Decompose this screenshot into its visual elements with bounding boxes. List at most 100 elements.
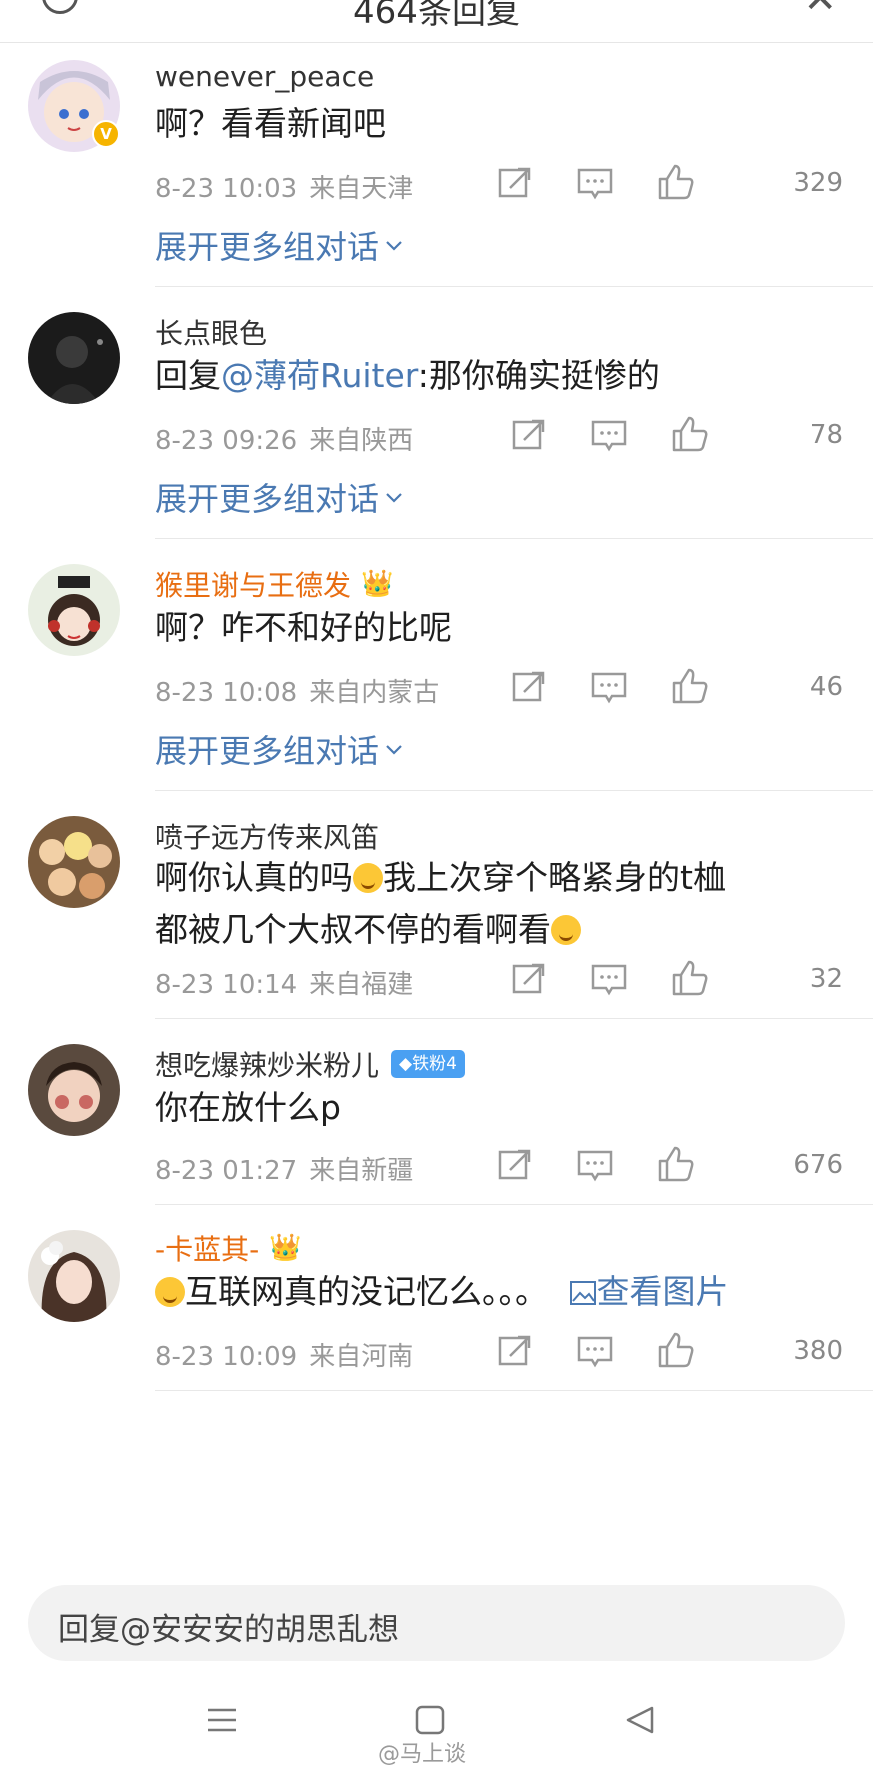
view-picture-link[interactable]: 查看图片	[569, 1272, 729, 1311]
username[interactable]: 猴里谢与王德发 👑	[155, 564, 393, 604]
comment-meta: 8-23 10:14 来自福建	[155, 964, 413, 1001]
reply-input[interactable]: 回复@安安安的胡思乱想	[28, 1585, 845, 1661]
comment-text: 你在放什么p	[155, 1088, 341, 1127]
username[interactable]: 想吃爆辣炒米粉儿 ◆铁粉4	[155, 1044, 465, 1084]
top-bar: 464条回复 ✕	[0, 0, 873, 43]
comment-location: 来自福建	[309, 970, 414, 1000]
comment-text: 回复@薄荷Ruiter:那你确实挺惨的	[155, 350, 835, 402]
comment-date: 8-23 10:08	[155, 678, 298, 708]
comment-icon[interactable]	[590, 416, 628, 454]
expand-label: 展开更多组对话	[155, 480, 380, 518]
username[interactable]: 喷子远方传来风笛	[155, 816, 379, 856]
comment-location: 来自天津	[309, 174, 414, 204]
chevron-down-icon	[386, 241, 402, 251]
comment-date: 8-23 10:09	[155, 1342, 298, 1372]
expand-conversation-link[interactable]: 展开更多组对话	[155, 474, 405, 520]
username-label: -卡蓝其-	[155, 1233, 260, 1266]
username[interactable]: 长点眼色	[155, 312, 267, 352]
expand-conversation-link[interactable]: 展开更多组对话	[155, 222, 405, 268]
username[interactable]: -卡蓝其- 👑	[155, 1228, 302, 1268]
comment-location: 来自内蒙古	[309, 678, 440, 708]
divider	[155, 538, 873, 539]
back-icon[interactable]	[622, 1702, 658, 1738]
like-icon[interactable]	[670, 414, 710, 454]
watermark: @马上谈	[378, 1742, 467, 1767]
comment-text: 啊？看看新闻吧	[155, 104, 386, 143]
blush-emoji-icon	[353, 863, 383, 893]
blush-emoji-icon	[551, 915, 581, 945]
avatar[interactable]	[28, 816, 120, 908]
comment-meta: 8-23 01:27 来自新疆	[155, 1150, 413, 1187]
comment-text-part: 啊你认真的吗	[155, 858, 353, 897]
avatar[interactable]	[28, 564, 120, 656]
like-icon[interactable]	[670, 958, 710, 998]
comment-date: 8-23 01:27	[155, 1156, 298, 1186]
crown-icon: 👑	[361, 569, 394, 599]
share-icon[interactable]	[496, 1332, 534, 1370]
username[interactable]: wenever_peace	[155, 60, 374, 93]
divider	[155, 1204, 873, 1205]
comment-icon[interactable]	[576, 1146, 614, 1184]
like-icon[interactable]	[656, 162, 696, 202]
comment-date: 8-23 10:14	[155, 970, 298, 1000]
reply-body: :那你确实挺惨的	[417, 356, 660, 395]
avatar[interactable]	[28, 312, 120, 404]
comment-icon[interactable]	[576, 1332, 614, 1370]
divider	[155, 790, 873, 791]
reply-placeholder: 回复@安安安的胡思乱想	[58, 1612, 399, 1648]
share-icon[interactable]	[510, 668, 548, 706]
crown-icon: 👑	[269, 1233, 302, 1263]
like-icon[interactable]	[656, 1330, 696, 1370]
comment-date: 8-23 09:26	[155, 426, 298, 456]
comment-meta: 8-23 10:03 来自天津	[155, 168, 413, 205]
username-label: 想吃爆辣炒米粉儿	[155, 1049, 380, 1082]
share-icon[interactable]	[510, 416, 548, 454]
divider	[155, 286, 873, 287]
like-count: 78	[809, 420, 843, 450]
comment-meta: 8-23 10:09 来自河南	[155, 1336, 413, 1373]
avatar[interactable]	[28, 1230, 120, 1322]
menu-icon[interactable]	[204, 1702, 240, 1738]
like-count: 32	[809, 964, 843, 994]
share-icon[interactable]	[496, 164, 534, 202]
share-icon[interactable]	[496, 1146, 534, 1184]
share-icon[interactable]	[510, 960, 548, 998]
system-nav-bar: @马上谈	[0, 1690, 873, 1770]
close-icon[interactable]: ✕	[803, 0, 837, 22]
like-count: 380	[793, 1336, 843, 1366]
verified-icon: V	[92, 120, 120, 148]
comment-text: 啊你认真的吗 我上次穿个略紧身的t桖都被几个大叔不停的看啊看	[155, 852, 755, 956]
like-count: 676	[793, 1150, 843, 1180]
smirk-emoji-icon	[155, 1277, 185, 1307]
comment-icon[interactable]	[590, 960, 628, 998]
username-label: 猴里谢与王德发	[155, 569, 352, 602]
like-icon[interactable]	[670, 666, 710, 706]
expand-label: 展开更多组对话	[155, 732, 380, 770]
fan-badge-label: 铁粉4	[412, 1054, 457, 1074]
home-icon[interactable]	[412, 1702, 448, 1738]
comment-date: 8-23 10:03	[155, 174, 298, 204]
comment-icon[interactable]	[576, 164, 614, 202]
reply-prefix: 回复	[155, 356, 221, 395]
divider	[155, 1018, 873, 1019]
comment-text: 啊？咋不和好的比呢	[155, 608, 452, 647]
comment-text-part: 互联网真的没记忆么。。。	[185, 1272, 548, 1311]
like-icon[interactable]	[656, 1144, 696, 1184]
image-icon	[569, 1281, 596, 1305]
comment-location: 来自陕西	[309, 426, 414, 456]
fan-badge: ◆铁粉4	[391, 1050, 465, 1078]
expand-label: 展开更多组对话	[155, 228, 380, 266]
mention-link[interactable]: @薄荷Ruiter	[221, 356, 418, 395]
comment-meta: 8-23 10:08 来自内蒙古	[155, 672, 439, 709]
like-count: 329	[793, 168, 843, 198]
comment-icon[interactable]	[590, 668, 628, 706]
chevron-down-icon	[386, 493, 402, 503]
like-count: 46	[809, 672, 843, 702]
diamond-icon: ◆	[399, 1054, 413, 1074]
divider	[155, 1390, 873, 1391]
expand-conversation-link[interactable]: 展开更多组对话	[155, 726, 405, 772]
comment-location: 来自新疆	[309, 1156, 414, 1186]
view-picture-label: 查看图片	[596, 1272, 729, 1311]
avatar[interactable]	[28, 1044, 120, 1136]
comment-location: 来自河南	[309, 1342, 414, 1372]
